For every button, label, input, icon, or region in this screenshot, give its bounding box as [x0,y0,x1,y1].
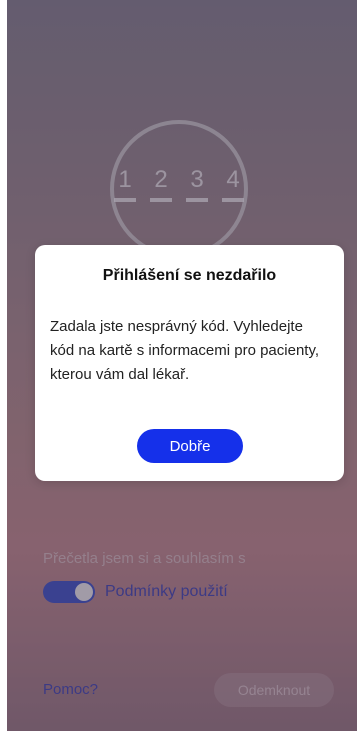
dialog-message: Zadala jste nesprávný kód. Vyhledejte kó… [50,318,320,383]
login-screen: 1 2 3 4 Přečetla jsem si a souhlasím s P… [7,0,357,731]
error-dialog: Přihlášení se nezdařilo Zadala jste nesp… [35,245,344,481]
dialog-title: Přihlášení se nezdařilo [102,267,277,284]
ok-button[interactable]: Dobře [137,429,243,463]
